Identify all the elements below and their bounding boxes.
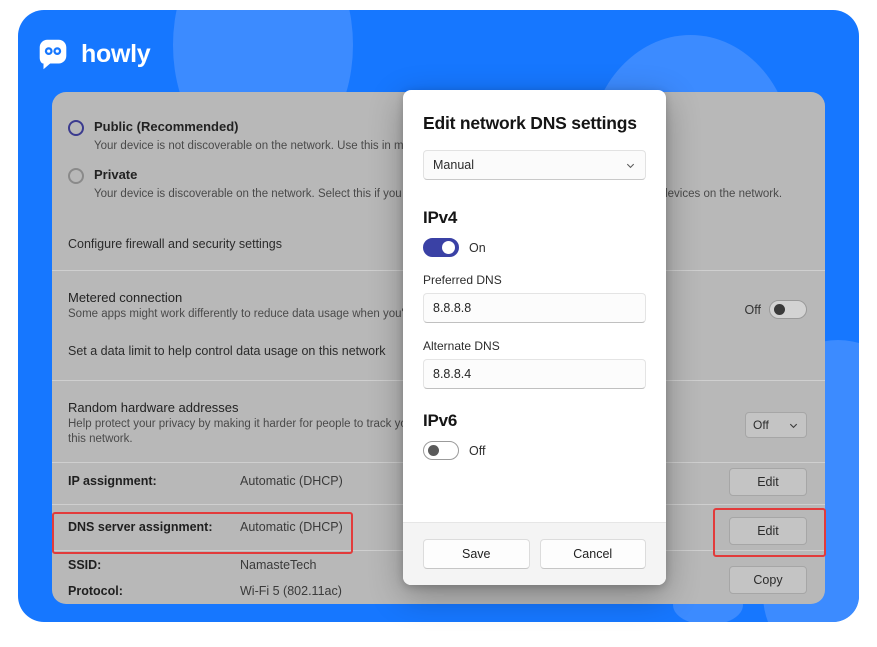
ipv6-toggle[interactable]: [423, 441, 459, 460]
link-data-limit[interactable]: Set a data limit to help control data us…: [68, 344, 386, 358]
howly-logo: howly: [34, 35, 151, 73]
radio-public-icon[interactable]: [68, 120, 84, 136]
metered-toggle-label: Off: [744, 302, 761, 317]
row-label: DNS server assignment:: [68, 520, 213, 534]
ipv4-heading: IPv4: [423, 208, 458, 227]
preferred-dns-input[interactable]: 8.8.8.8: [423, 293, 646, 323]
preferred-dns-label: Preferred DNS: [423, 273, 502, 287]
row-value: Wi-Fi 5 (802.11ac): [240, 584, 342, 598]
chevron-down-icon: [789, 423, 798, 428]
preferred-dns-value: 8.8.8.8: [433, 301, 472, 315]
edit-dns-dialog: Edit network DNS settings Manual IPv4 On…: [403, 90, 666, 585]
row-label: SSID:: [68, 558, 102, 572]
option-label: Private: [94, 167, 138, 182]
option-label: Public (Recommended): [94, 119, 239, 134]
copy-button[interactable]: Copy: [729, 566, 807, 594]
metered-toggle[interactable]: [769, 300, 807, 319]
link-configure-firewall[interactable]: Configure firewall and security settings: [68, 237, 282, 251]
alternate-dns-value: 8.8.8.4: [433, 367, 472, 381]
ipv6-heading: IPv6: [423, 411, 458, 430]
button-label: Copy: [753, 573, 783, 587]
row-value: Automatic (DHCP): [240, 520, 343, 534]
owl-speech-bubble-icon: [39, 39, 67, 70]
row-value: Automatic (DHCP): [240, 474, 343, 488]
button-label: Edit: [757, 475, 779, 489]
random-hw-dropdown[interactable]: Off: [745, 412, 807, 438]
chevron-down-icon: [626, 163, 635, 168]
ipv4-toggle-group[interactable]: On: [423, 238, 646, 257]
dns-mode-value: Manual: [433, 158, 474, 172]
cancel-button[interactable]: Cancel: [539, 539, 646, 569]
ipv4-toggle[interactable]: [423, 238, 459, 257]
edit-ip-assignment-button[interactable]: Edit: [729, 468, 807, 496]
ipv6-toggle-group[interactable]: Off: [423, 441, 646, 460]
save-button[interactable]: Save: [423, 539, 530, 569]
brand-name: howly: [81, 39, 151, 68]
ipv4-toggle-label: On: [469, 240, 486, 255]
radio-private-icon[interactable]: [68, 168, 84, 184]
row-label: IP assignment:: [68, 474, 157, 488]
edit-dns-server-button[interactable]: Edit: [729, 517, 807, 545]
cancel-button-label: Cancel: [573, 547, 613, 561]
row-value: NamasteTech: [240, 558, 317, 572]
alternate-dns-input[interactable]: 8.8.8.4: [423, 359, 646, 389]
dns-mode-select[interactable]: Manual: [423, 150, 646, 180]
row-label: Protocol:: [68, 584, 123, 598]
dialog-title: Edit network DNS settings: [423, 113, 637, 133]
random-hw-dropdown-value: Off: [753, 418, 769, 432]
screenshot-root: howly Public (Recommended) Your device i…: [0, 0, 877, 647]
metered-toggle-group[interactable]: Off: [745, 300, 807, 319]
alternate-dns-label: Alternate DNS: [423, 339, 500, 353]
save-button-label: Save: [462, 547, 491, 561]
dialog-footer: Save Cancel: [403, 522, 666, 585]
button-label: Edit: [757, 524, 779, 538]
ipv6-toggle-label: Off: [469, 443, 486, 458]
